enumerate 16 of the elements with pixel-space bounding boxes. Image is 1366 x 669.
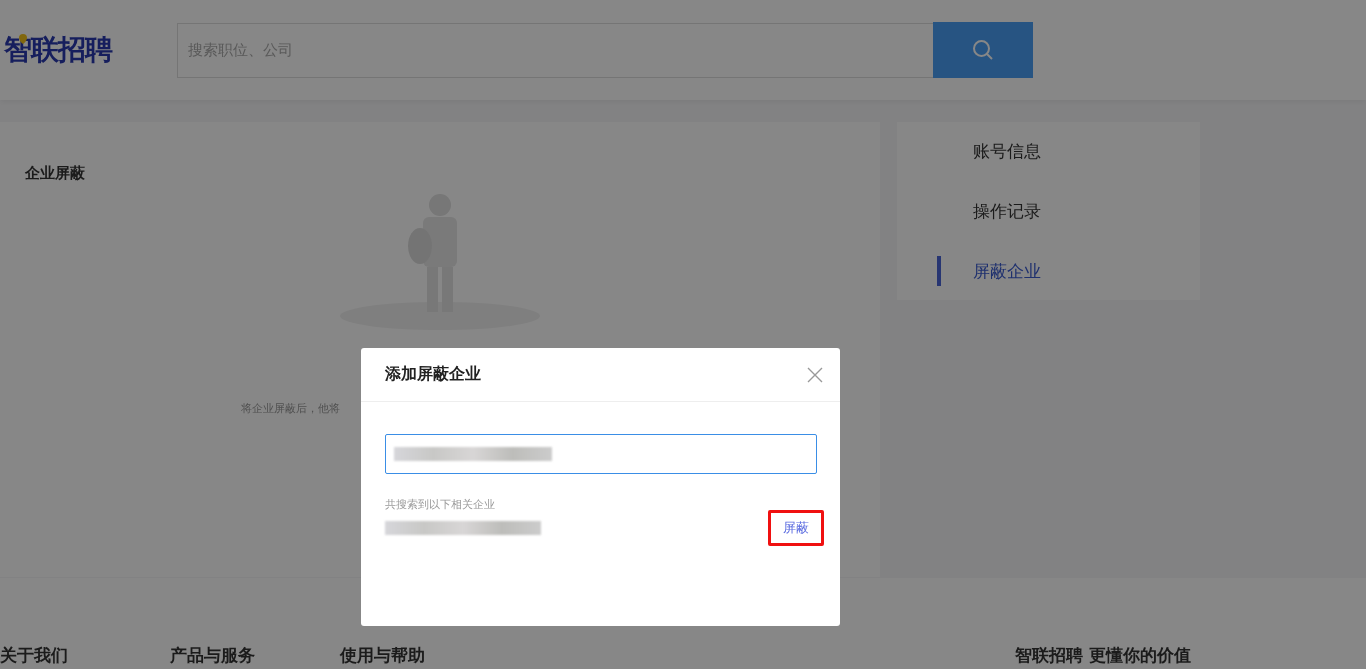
footer-heading: 产品与服务 xyxy=(170,644,256,667)
sidebar-item[interactable]: 操作记录 xyxy=(937,196,1200,226)
footer-slogan: 智联招聘 更懂你的价值 xyxy=(1015,644,1191,667)
logo[interactable]: 智联招聘 xyxy=(4,31,164,69)
section-title: 企业屏蔽 xyxy=(25,164,85,183)
search-icon xyxy=(971,38,995,62)
sidebar-item[interactable]: 账号信息 xyxy=(937,136,1200,166)
location-pin-icon xyxy=(19,34,27,44)
dialog-title: 添加屏蔽企业 xyxy=(385,364,481,385)
close-icon[interactable] xyxy=(807,366,823,383)
footer-heading: 使用与帮助 xyxy=(340,644,426,667)
block-button[interactable]: 屏蔽 xyxy=(768,510,824,546)
results-label: 共搜索到以下相关企业 xyxy=(385,497,496,512)
sidebar-item[interactable]: 屏蔽企业 xyxy=(937,256,1200,286)
company-search-field[interactable] xyxy=(385,434,817,474)
footer-heading: 关于我们 xyxy=(0,644,69,667)
